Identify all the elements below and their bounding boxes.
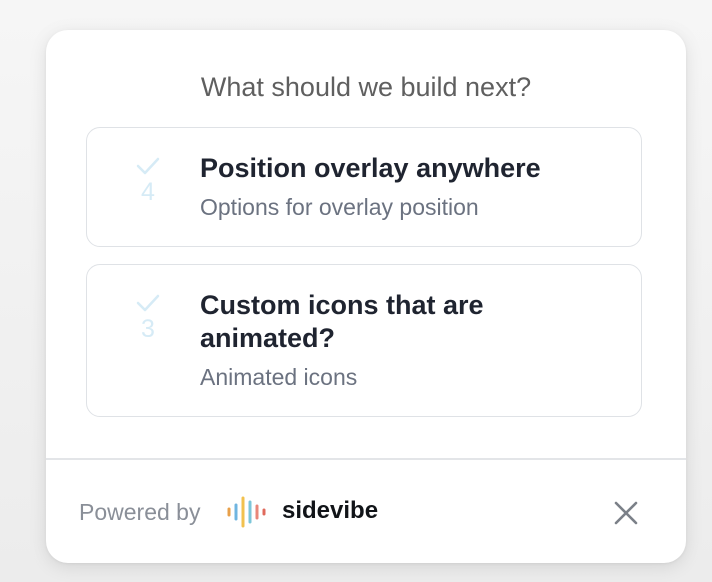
vote-count: 3 — [141, 315, 155, 343]
option-text: Position overlay anywhere Options for ov… — [200, 152, 613, 221]
feature-option-animated-icons[interactable]: 3 Custom icons that are animated? Animat… — [86, 264, 642, 417]
feature-option-position-overlay[interactable]: 4 Position overlay anywhere Options for … — [86, 127, 642, 247]
brand-name[interactable]: sidevibe — [282, 496, 378, 526]
close-icon[interactable] — [611, 498, 641, 528]
option-subtitle: Options for overlay position — [200, 194, 479, 220]
vote-count: 4 — [141, 178, 155, 206]
upvote-button[interactable]: 4 — [131, 156, 165, 206]
sidevibe-logo-icon[interactable] — [226, 496, 268, 528]
option-title: Custom icons that are animated? — [200, 290, 484, 353]
option-text: Custom icons that are animated? Animated… — [200, 289, 613, 391]
feedback-widget: What should we build next? 4 Position ov… — [46, 30, 686, 563]
powered-by-label: Powered by — [79, 499, 201, 525]
page-background: What should we build next? 4 Position ov… — [0, 0, 712, 582]
check-icon — [136, 294, 160, 312]
check-icon — [136, 157, 160, 175]
option-title: Position overlay anywhere — [200, 153, 541, 183]
widget-title: What should we build next? — [200, 72, 532, 102]
upvote-button[interactable]: 3 — [131, 293, 165, 343]
option-subtitle: Animated icons — [200, 364, 358, 390]
widget-footer: Powered by sidevibe — [46, 460, 686, 563]
